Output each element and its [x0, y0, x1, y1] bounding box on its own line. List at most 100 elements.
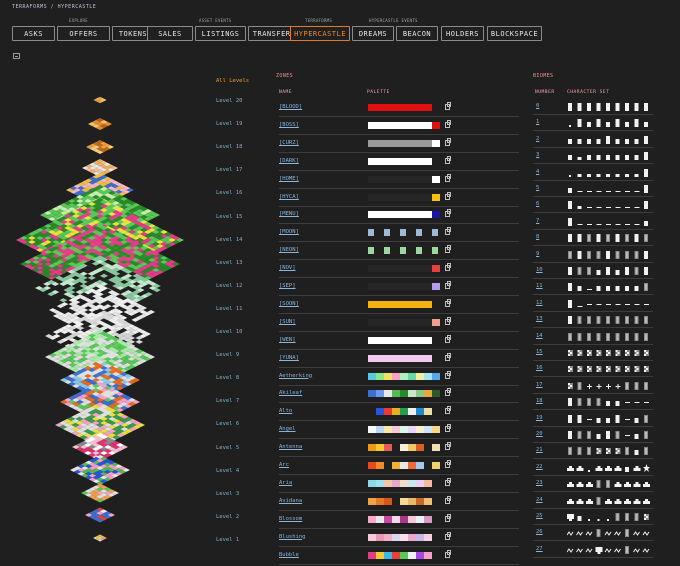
zone-name-link[interactable]: Aetherking [279, 373, 312, 379]
copy-icon[interactable] [445, 191, 451, 200]
copy-icon[interactable] [445, 263, 451, 272]
zone-name-link[interactable]: [SEP] [279, 283, 296, 289]
biome-number-link[interactable]: 6 [536, 201, 539, 207]
copy-icon[interactable] [445, 531, 451, 540]
level-item[interactable]: Level 2 [216, 514, 239, 520]
copy-icon[interactable] [445, 477, 451, 486]
biome-number-link[interactable]: 0 [536, 103, 539, 109]
level-item[interactable]: Level 9 [216, 352, 239, 358]
level-item[interactable]: Level 17 [216, 167, 243, 173]
copy-icon[interactable] [445, 155, 451, 164]
level-item[interactable]: Level 19 [216, 121, 243, 127]
level-item[interactable]: Level 18 [216, 144, 243, 150]
level-item[interactable]: Level 4 [216, 468, 239, 474]
copy-icon[interactable] [445, 227, 451, 236]
level-item[interactable]: Level 7 [216, 398, 239, 404]
nav-button-listings[interactable]: LISTINGS [195, 26, 246, 41]
zone-name-link[interactable]: [BOSS] [279, 122, 299, 128]
zone-name-link[interactable]: [NEON] [279, 247, 299, 253]
nav-button-hypercastle[interactable]: HYPERCASTLE [290, 26, 350, 41]
zone-name-link[interactable]: [SOON] [279, 301, 299, 307]
level-item[interactable]: Level 14 [216, 237, 243, 243]
biome-number-link[interactable]: 18 [536, 398, 543, 404]
level-item[interactable]: Level 8 [216, 375, 239, 381]
biome-number-link[interactable]: 27 [536, 546, 543, 552]
zone-name-link[interactable]: Alto [279, 408, 292, 414]
biome-number-link[interactable]: 19 [536, 415, 543, 421]
copy-icon[interactable] [445, 406, 451, 415]
level-item[interactable]: Level 11 [216, 306, 243, 312]
biome-number-link[interactable]: 21 [536, 447, 543, 453]
biome-number-link[interactable]: 24 [536, 497, 543, 503]
copy-icon[interactable] [445, 298, 451, 307]
zone-name-link[interactable]: Aria [279, 480, 292, 486]
biome-number-link[interactable]: 4 [536, 169, 539, 175]
nav-button-sales[interactable]: SALES [147, 26, 193, 41]
copy-icon[interactable] [445, 495, 451, 504]
copy-icon[interactable] [445, 281, 451, 289]
nav-button-offers[interactable]: OFFERS [57, 26, 110, 41]
biome-number-link[interactable]: 23 [536, 480, 543, 486]
zone-name-link[interactable]: Arc [279, 462, 289, 468]
zone-name-link[interactable]: Angel [279, 426, 296, 432]
copy-icon[interactable] [445, 460, 451, 468]
copy-icon[interactable] [445, 245, 451, 254]
level-item[interactable]: Level 1 [216, 537, 239, 543]
nav-button-dreams[interactable]: DREAMS [352, 26, 394, 41]
biome-number-link[interactable]: 1 [536, 119, 539, 125]
biome-number-link[interactable]: 16 [536, 365, 543, 371]
level-item[interactable]: Level 16 [216, 190, 243, 196]
biome-number-link[interactable]: 15 [536, 349, 543, 355]
zone-name-link[interactable]: [HYCA] [279, 194, 299, 200]
biome-number-link[interactable]: 3 [536, 152, 539, 158]
biome-number-link[interactable]: 10 [536, 267, 543, 273]
zone-name-link[interactable]: [YUNA] [279, 355, 299, 361]
biome-number-link[interactable]: 9 [536, 251, 539, 257]
biome-number-link[interactable]: 25 [536, 513, 543, 519]
nav-button-blockspace[interactable]: BLOCKSPACE [487, 26, 542, 41]
copy-icon[interactable] [445, 424, 451, 433]
level-item[interactable]: Level 6 [216, 421, 239, 427]
copy-icon[interactable] [445, 352, 451, 361]
biome-number-link[interactable]: 8 [536, 234, 539, 240]
copy-icon[interactable] [445, 137, 451, 146]
level-item-all[interactable]: All Levels [216, 78, 249, 84]
biome-number-link[interactable]: 22 [536, 464, 543, 470]
zone-name-link[interactable]: Bubble [279, 552, 299, 558]
copy-icon[interactable] [445, 209, 451, 218]
biome-number-link[interactable]: 26 [536, 529, 543, 535]
copy-icon[interactable] [445, 388, 451, 397]
copy-icon[interactable] [445, 119, 451, 128]
zone-name-link[interactable]: Avidana [279, 498, 302, 504]
breadcrumb-root[interactable]: TERRAFORMS [12, 4, 47, 10]
zone-name-link[interactable]: [HOME] [279, 176, 299, 182]
biome-number-link[interactable]: 5 [536, 185, 539, 191]
zone-name-link[interactable]: Akileaf [279, 390, 302, 396]
collapse-toggle-icon[interactable] [13, 53, 20, 59]
biome-number-link[interactable]: 13 [536, 316, 543, 322]
copy-icon[interactable] [445, 370, 451, 379]
copy-icon[interactable] [445, 173, 451, 182]
level-item[interactable]: Level 5 [216, 445, 239, 451]
biome-number-link[interactable]: 11 [536, 283, 543, 289]
level-item[interactable]: Level 10 [216, 329, 243, 335]
biome-number-link[interactable]: 20 [536, 431, 543, 437]
zone-name-link[interactable]: Blushing [279, 534, 306, 540]
biome-number-link[interactable]: 2 [536, 136, 539, 142]
biome-number-link[interactable]: 14 [536, 333, 543, 339]
copy-icon[interactable] [445, 334, 451, 343]
nav-button-holders[interactable]: HOLDERS [441, 26, 484, 41]
zone-name-link[interactable]: [SUN] [279, 319, 296, 325]
biome-number-link[interactable]: 17 [536, 382, 543, 388]
nav-button-asks[interactable]: ASKS [12, 26, 55, 41]
copy-icon[interactable] [445, 316, 451, 325]
copy-icon[interactable] [445, 442, 451, 451]
zone-name-link[interactable]: [CURZ] [279, 140, 299, 146]
copy-icon[interactable] [445, 102, 451, 110]
level-item[interactable]: Level 20 [216, 98, 243, 104]
biome-number-link[interactable]: 12 [536, 300, 543, 306]
zone-name-link[interactable]: [MOON] [279, 229, 299, 235]
zone-name-link[interactable]: Blossom [279, 516, 302, 522]
level-item[interactable]: Level 13 [216, 260, 243, 266]
level-item[interactable]: Level 3 [216, 491, 239, 497]
